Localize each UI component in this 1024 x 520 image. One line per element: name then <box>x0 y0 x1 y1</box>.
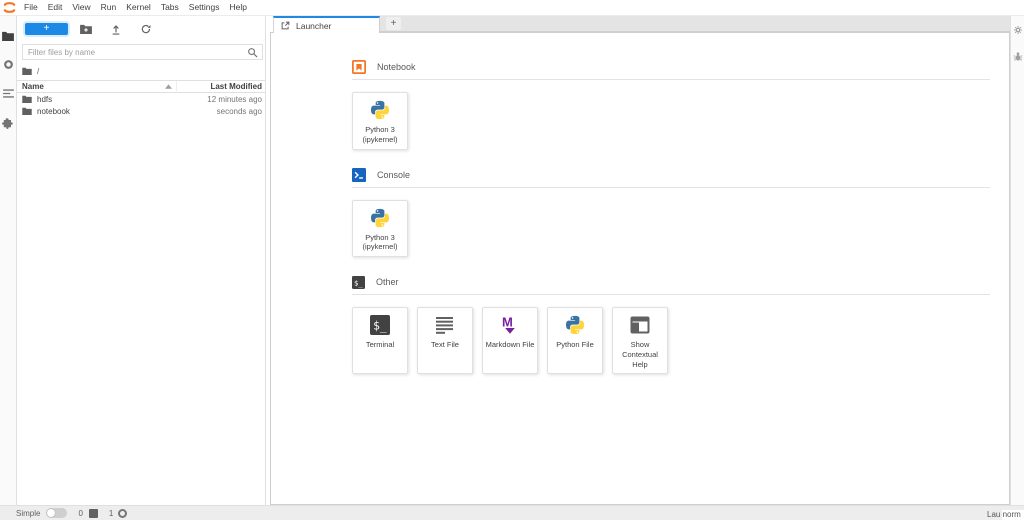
menu-file[interactable]: File <box>19 0 43 15</box>
table-of-contents-icon[interactable] <box>0 79 16 108</box>
menu-edit[interactable]: Edit <box>43 0 68 15</box>
python-icon <box>565 315 585 335</box>
right-sidebar <box>1010 16 1024 505</box>
terminals-count[interactable]: 0 <box>78 509 82 518</box>
kernels-count[interactable]: 1 <box>109 509 113 518</box>
property-inspector-icon[interactable] <box>1013 25 1023 35</box>
dock-tab-bar: Launcher + <box>270 16 1010 32</box>
activity-bar <box>0 16 17 505</box>
file-modified: seconds ago <box>217 107 262 116</box>
svg-text:$_: $_ <box>373 319 387 332</box>
file-modified: 12 minutes ago <box>207 95 262 104</box>
section-title: Notebook <box>377 62 416 72</box>
tab-label: Launcher <box>296 21 331 31</box>
notebook-icon <box>352 60 366 74</box>
main-dock-panel: Launcher + Notebook <box>270 16 1010 505</box>
jupyter-logo-icon <box>2 1 17 14</box>
new-launcher-button[interactable]: + <box>25 23 68 35</box>
menu-run[interactable]: Run <box>96 0 122 15</box>
folder-icon <box>22 107 32 115</box>
breadcrumb[interactable]: / <box>22 64 265 78</box>
console-icon <box>352 168 366 182</box>
menu-settings[interactable]: Settings <box>184 0 225 15</box>
card-label: Terminal <box>366 340 394 350</box>
kernel-status-icon[interactable] <box>118 509 127 518</box>
menu-kernel[interactable]: Kernel <box>121 0 156 15</box>
launcher-card-terminal[interactable]: $_ Terminal <box>352 307 408 374</box>
menu-tabs[interactable]: Tabs <box>156 0 184 15</box>
upload-icon[interactable] <box>104 22 128 36</box>
section-divider <box>352 294 990 295</box>
card-label: Python 3 (ipykernel) <box>362 125 397 145</box>
launcher-icon <box>281 21 290 30</box>
folder-icon <box>22 67 32 75</box>
card-label: Markdown File <box>486 340 535 350</box>
markdown-icon: M <box>500 315 520 335</box>
menu-help[interactable]: Help <box>225 0 252 15</box>
launcher-card-notebook-python3[interactable]: Python 3 (ipykernel) <box>352 92 408 150</box>
status-right-text: Lau norm <box>987 510 1021 519</box>
file-name: notebook <box>37 107 70 116</box>
section-title: Other <box>376 277 399 287</box>
sort-ascending-caret[interactable] <box>165 84 172 89</box>
launcher-section-notebook: Notebook Python 3 (ipykernel) <box>352 60 990 150</box>
menu-bar: File Edit View Run Kernel Tabs Settings … <box>0 0 1024 16</box>
status-bar: Simple 0 1 Lau norm <box>0 505 1024 520</box>
card-label: Show Contextual Help <box>615 340 665 369</box>
filter-files-box <box>22 44 263 60</box>
file-row-hdfs[interactable]: hdfs 12 minutes ago <box>17 93 265 105</box>
python-icon <box>370 100 390 120</box>
file-browser-icon[interactable] <box>0 21 16 50</box>
svg-text:M: M <box>502 315 513 330</box>
card-label: Text File <box>431 340 459 350</box>
section-title: Console <box>377 170 410 180</box>
running-sessions-icon[interactable] <box>0 50 16 79</box>
new-tab-button[interactable]: + <box>386 17 401 30</box>
menu-view[interactable]: View <box>67 0 95 15</box>
launcher-card-markdown-file[interactable]: M Markdown File <box>482 307 538 374</box>
file-row-notebook[interactable]: notebook seconds ago <box>17 105 265 117</box>
tab-bar-rest: + <box>380 16 1010 32</box>
terminal-icon: $_ <box>352 276 365 289</box>
refresh-icon[interactable] <box>134 22 158 36</box>
file-browser-panel: + / Name Last Modified <box>17 16 266 505</box>
text-file-icon <box>435 315 455 335</box>
tab-launcher[interactable]: Launcher <box>273 16 380 33</box>
simple-mode-label: Simple <box>16 509 40 518</box>
terminal-status-icon[interactable] <box>89 509 98 518</box>
filter-files-input[interactable] <box>23 48 243 57</box>
section-divider <box>352 79 990 80</box>
file-name: hdfs <box>37 95 52 104</box>
python-icon <box>370 208 390 228</box>
terminal-icon: $_ <box>370 315 390 335</box>
file-list-header: Name Last Modified <box>17 80 265 93</box>
column-last-modified[interactable]: Last Modified <box>176 81 262 93</box>
card-label: Python File <box>556 340 594 350</box>
file-browser-toolbar: + <box>25 22 265 36</box>
launcher-card-text-file[interactable]: Text File <box>417 307 473 374</box>
section-divider <box>352 187 990 188</box>
new-folder-icon[interactable] <box>74 22 98 36</box>
search-icon <box>247 47 258 58</box>
column-name[interactable]: Name <box>22 82 44 91</box>
card-label: Python 3 (ipykernel) <box>362 233 397 253</box>
contextual-help-icon <box>630 315 650 335</box>
folder-icon <box>22 95 32 103</box>
debugger-icon[interactable] <box>1013 51 1023 62</box>
launcher-section-console: Console Python 3 (ipykernel) <box>352 168 990 258</box>
launcher-section-other: $_ Other $_ Terminal <box>352 275 990 374</box>
breadcrumb-root[interactable]: / <box>37 67 39 76</box>
launcher-card-console-python3[interactable]: Python 3 (ipykernel) <box>352 200 408 258</box>
launcher-card-contextual-help[interactable]: Show Contextual Help <box>612 307 668 374</box>
launcher-panel: Notebook Python 3 (ipykernel) <box>270 32 1010 505</box>
simple-mode-toggle[interactable] <box>46 508 67 518</box>
launcher-card-python-file[interactable]: Python File <box>547 307 603 374</box>
extensions-icon[interactable] <box>0 108 16 137</box>
svg-text:$_: $_ <box>354 278 363 287</box>
